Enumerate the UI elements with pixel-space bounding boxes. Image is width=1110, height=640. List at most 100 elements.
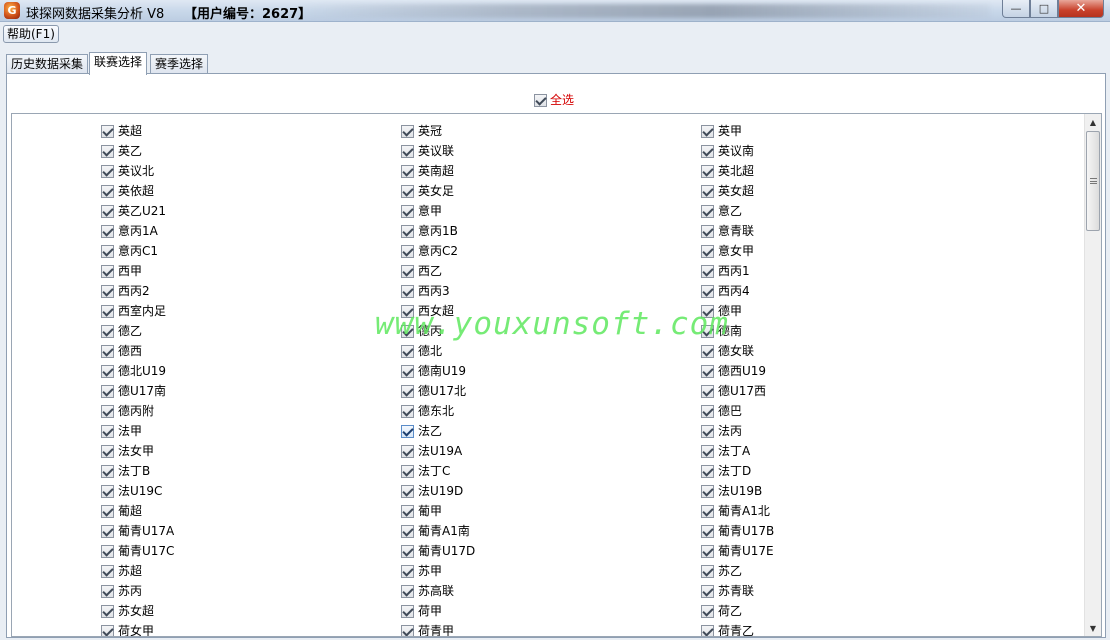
checkbox-checked-icon[interactable] — [701, 244, 714, 258]
select-all-checkbox[interactable]: 全选 — [534, 92, 574, 108]
league-checkbox[interactable]: 葡青U17A — [101, 523, 174, 539]
league-checkbox[interactable]: 德西 — [101, 343, 142, 359]
league-checkbox[interactable]: 法丙 — [701, 423, 742, 439]
league-checkbox[interactable]: 德北 — [401, 343, 442, 359]
checkbox-checked-icon[interactable] — [401, 624, 414, 636]
checkbox-checked-icon[interactable] — [701, 304, 714, 318]
checkbox-checked-icon[interactable] — [701, 584, 714, 598]
league-checkbox[interactable]: 法丁D — [701, 463, 751, 479]
league-checkbox[interactable]: 葡青A1北 — [701, 503, 770, 519]
scroll-down-icon[interactable]: ▼ — [1085, 620, 1101, 636]
checkbox-checked-icon[interactable] — [701, 204, 714, 218]
league-checkbox-list[interactable]: ▲ ▼ 英超 英冠 英甲 英乙 英议联 英议南 英议北 英南超 英北超 英依超 英女足 英女超 英乙U2… — [11, 113, 1102, 637]
checkbox-checked-icon[interactable] — [401, 584, 414, 598]
league-checkbox[interactable]: 葡青U17B — [701, 523, 774, 539]
checkbox-checked-icon[interactable] — [101, 504, 114, 518]
checkbox-checked-icon[interactable] — [101, 204, 114, 218]
tab-season-select[interactable]: 赛季选择 — [150, 54, 209, 74]
league-checkbox[interactable]: 西女超 — [401, 303, 454, 319]
checkbox-checked-icon[interactable] — [401, 504, 414, 518]
scroll-thumb[interactable] — [1086, 131, 1100, 231]
checkbox-checked-icon[interactable] — [401, 284, 414, 298]
league-checkbox[interactable]: 德北U19 — [101, 363, 166, 379]
checkbox-checked-icon[interactable] — [701, 144, 714, 158]
checkbox-checked-icon[interactable] — [401, 384, 414, 398]
checkbox-checked-icon[interactable] — [101, 284, 114, 298]
checkbox-checked-icon[interactable] — [701, 444, 714, 458]
league-checkbox[interactable]: 西丙3 — [401, 283, 450, 299]
league-checkbox[interactable]: 西甲 — [101, 263, 142, 279]
league-checkbox[interactable]: 英女足 — [401, 183, 454, 199]
checkbox-checked-icon[interactable] — [401, 484, 414, 498]
checkbox-checked-icon[interactable] — [401, 204, 414, 218]
league-checkbox[interactable]: 苏高联 — [401, 583, 454, 599]
tab-history-data[interactable]: 历史数据采集 — [6, 54, 89, 74]
checkbox-checked-icon[interactable] — [101, 604, 114, 618]
league-checkbox[interactable]: 葡青U17C — [101, 543, 174, 559]
checkbox-checked-icon[interactable] — [101, 364, 114, 378]
checkbox-checked-icon[interactable] — [101, 124, 114, 138]
league-checkbox[interactable]: 德巴 — [701, 403, 742, 419]
vertical-scrollbar[interactable]: ▲ ▼ — [1084, 114, 1101, 636]
menu-help[interactable]: 帮助(F1) — [3, 25, 59, 43]
checkbox-checked-icon[interactable] — [101, 144, 114, 158]
checkbox-checked-icon[interactable] — [401, 404, 414, 418]
checkbox-checked-icon[interactable] — [701, 524, 714, 538]
checkbox-checked-icon[interactable] — [401, 344, 414, 358]
league-checkbox[interactable]: 西乙 — [401, 263, 442, 279]
league-checkbox[interactable]: 葡青U17D — [401, 543, 475, 559]
checkbox-checked-icon[interactable] — [401, 324, 414, 338]
checkbox-checked-icon[interactable] — [401, 124, 414, 138]
league-checkbox[interactable]: 法丁B — [101, 463, 150, 479]
league-checkbox[interactable]: 意丙C1 — [101, 243, 158, 259]
checkbox-checked-icon[interactable] — [701, 544, 714, 558]
league-checkbox[interactable]: 意丙1A — [101, 223, 158, 239]
checkbox-checked-icon[interactable] — [101, 624, 114, 636]
checkbox-checked-icon[interactable] — [701, 164, 714, 178]
checkbox-checked-icon[interactable] — [101, 324, 114, 338]
league-checkbox[interactable]: 德甲 — [701, 303, 742, 319]
league-checkbox[interactable]: 德U17北 — [401, 383, 466, 399]
league-checkbox[interactable]: 法U19B — [701, 483, 762, 499]
league-checkbox[interactable]: 英北超 — [701, 163, 754, 179]
league-checkbox[interactable]: 意青联 — [701, 223, 754, 239]
league-checkbox[interactable]: 葡青A1南 — [401, 523, 470, 539]
checkbox-checked-icon[interactable] — [701, 264, 714, 278]
league-checkbox[interactable]: 德女联 — [701, 343, 754, 359]
league-checkbox[interactable]: 英乙 — [101, 143, 142, 159]
league-checkbox[interactable]: 德U17南 — [101, 383, 166, 399]
checkbox-checked-icon[interactable] — [101, 404, 114, 418]
league-checkbox[interactable]: 法丁C — [401, 463, 450, 479]
league-checkbox[interactable]: 荷女甲 — [101, 623, 154, 636]
checkbox-checked-icon[interactable] — [701, 424, 714, 438]
checkbox-checked-icon[interactable] — [101, 444, 114, 458]
league-checkbox[interactable]: 英议北 — [101, 163, 154, 179]
minimize-button[interactable]: — — [1002, 0, 1030, 18]
league-checkbox[interactable]: 法U19A — [401, 443, 462, 459]
checkbox-checked-icon[interactable] — [101, 564, 114, 578]
checkbox-checked-icon[interactable] — [401, 184, 414, 198]
checkbox-checked-icon[interactable] — [101, 304, 114, 318]
league-checkbox[interactable]: 西丙4 — [701, 283, 750, 299]
checkbox-checked-icon[interactable] — [101, 224, 114, 238]
league-checkbox[interactable]: 德丙 — [401, 323, 442, 339]
league-checkbox[interactable]: 英超 — [101, 123, 142, 139]
league-checkbox[interactable]: 德东北 — [401, 403, 454, 419]
checkbox-checked-icon[interactable] — [701, 404, 714, 418]
checkbox-checked-icon[interactable] — [101, 164, 114, 178]
checkbox-checked-icon[interactable] — [101, 524, 114, 538]
checkbox-checked-icon[interactable] — [401, 264, 414, 278]
checkbox-checked-icon[interactable] — [701, 384, 714, 398]
league-checkbox[interactable]: 西丙2 — [101, 283, 150, 299]
checkbox-checked-icon[interactable] — [701, 484, 714, 498]
league-checkbox[interactable]: 法甲 — [101, 423, 142, 439]
league-checkbox[interactable]: 苏丙 — [101, 583, 142, 599]
league-checkbox[interactable]: 英议南 — [701, 143, 754, 159]
maximize-button[interactable]: □ — [1030, 0, 1058, 18]
league-checkbox[interactable]: 法U19C — [101, 483, 162, 499]
checkbox-checked-icon[interactable] — [101, 584, 114, 598]
checkbox-checked-icon[interactable] — [101, 464, 114, 478]
checkbox-checked-icon[interactable] — [401, 164, 414, 178]
league-checkbox[interactable]: 英女超 — [701, 183, 754, 199]
league-checkbox[interactable]: 葡超 — [101, 503, 142, 519]
